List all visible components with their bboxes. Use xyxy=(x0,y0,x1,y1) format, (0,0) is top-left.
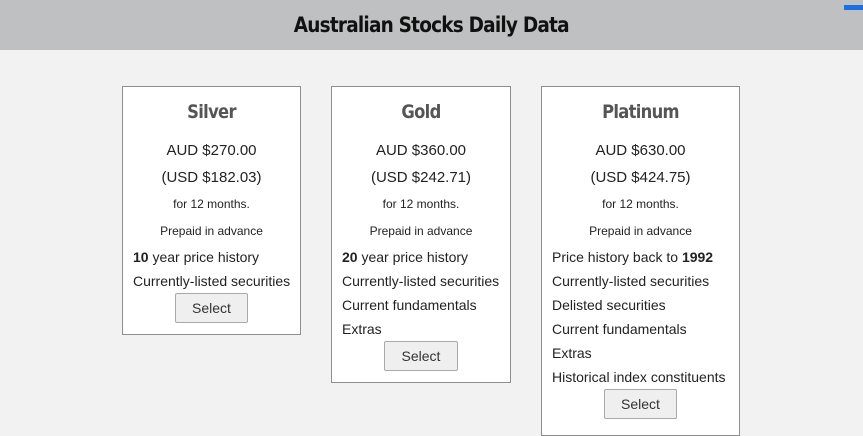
price-usd: (USD $182.03) xyxy=(161,169,262,186)
plan-term: for 12 months. xyxy=(382,197,460,211)
corner-accent xyxy=(844,5,863,10)
feature-list: 10 year price history Currently-listed s… xyxy=(123,245,300,293)
price-usd: (USD $242.71) xyxy=(370,169,472,186)
feature-item: Price history back to 1992 xyxy=(552,249,714,265)
select-button-silver[interactable]: Select xyxy=(175,293,248,323)
feature-list: 20 year price history Currently-listed s… xyxy=(332,245,510,341)
select-button-gold[interactable]: Select xyxy=(384,341,458,371)
plan-name: Gold xyxy=(401,101,441,123)
feature-item: Extras xyxy=(552,345,592,361)
plan-card-silver: Silver AUD $270.00 (USD $182.03) for 12 … xyxy=(122,86,301,335)
plan-billing: Prepaid in advance xyxy=(369,224,473,238)
plan-billing: Prepaid in advance xyxy=(160,224,263,238)
price-aud: AUD $360.00 xyxy=(375,142,467,159)
plan-card-platinum: Platinum AUD $630.00 (USD $424.75) for 1… xyxy=(541,86,740,436)
feature-item: 10 year price history xyxy=(133,249,260,265)
feature-list: Price history back to 1992 Currently-lis… xyxy=(542,245,739,389)
feature-item: 20 year price history xyxy=(342,249,469,265)
page-header: Australian Stocks Daily Data xyxy=(0,0,863,50)
page-title: Australian Stocks Daily Data xyxy=(293,13,570,37)
plan-name: Silver xyxy=(187,101,236,123)
plan-term: for 12 months. xyxy=(173,197,250,211)
plan-billing: Prepaid in advance xyxy=(589,224,692,238)
feature-item: Delisted securities xyxy=(552,297,666,313)
feature-item: Currently-listed securities xyxy=(342,273,500,289)
feature-item: Current fundamentals xyxy=(342,297,477,313)
plan-card-gold: Gold AUD $360.00 (USD $242.71) for 12 mo… xyxy=(331,86,511,383)
select-button-platinum[interactable]: Select xyxy=(604,389,677,419)
plan-name: Platinum xyxy=(602,101,679,123)
feature-item: Extras xyxy=(342,321,382,337)
feature-item: Historical index constituents xyxy=(552,369,726,385)
feature-item: Current fundamentals xyxy=(552,321,687,337)
feature-item: Currently-listed securities xyxy=(552,273,710,289)
plan-term: for 12 months. xyxy=(602,197,679,211)
feature-item: Currently-listed securities xyxy=(133,273,291,289)
price-aud: AUD $270.00 xyxy=(166,142,257,159)
price-aud: AUD $630.00 xyxy=(595,142,686,159)
price-usd: (USD $424.75) xyxy=(590,169,691,186)
